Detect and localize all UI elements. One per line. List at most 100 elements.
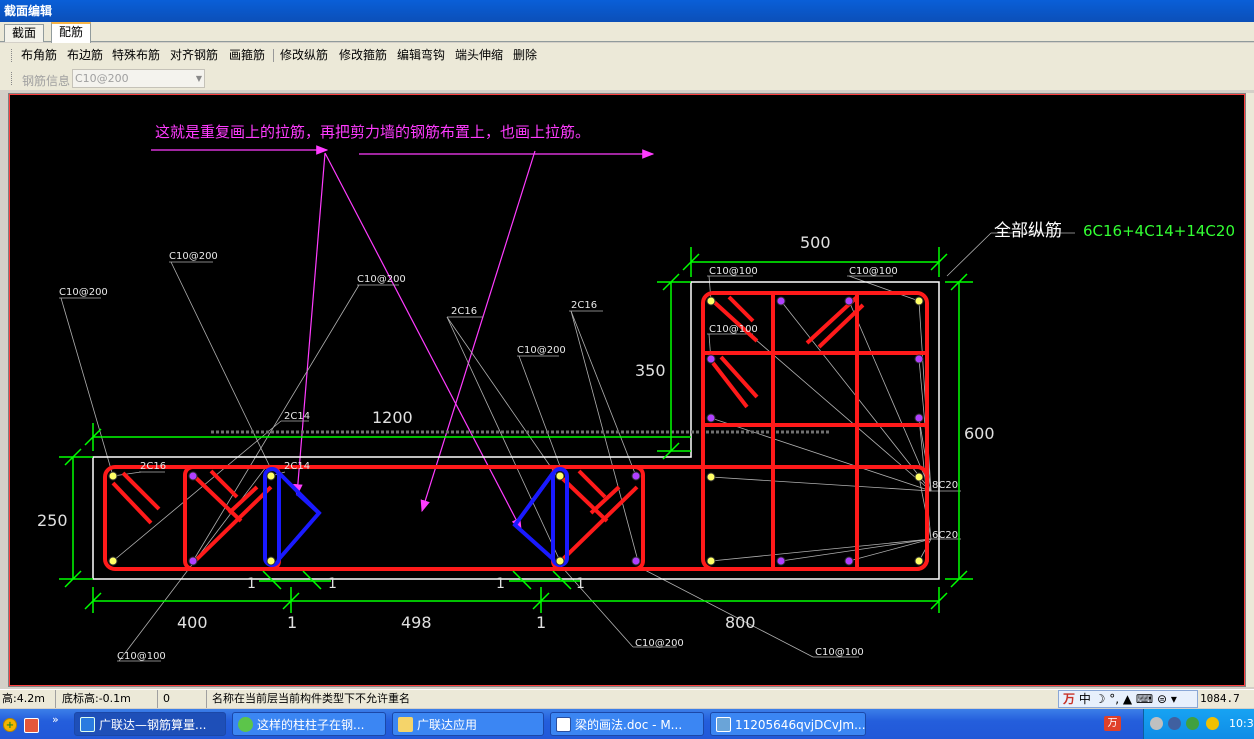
app-icon (80, 717, 95, 732)
start-button[interactable]: + (0, 712, 50, 736)
clock[interactable]: 10:3 (1229, 709, 1254, 739)
label-c10-200: C10@200 (357, 274, 406, 285)
dim-500: 500 (800, 233, 831, 252)
dim-800: 800 (725, 613, 756, 632)
volume-icon[interactable] (1168, 717, 1181, 730)
dim-small-1b: 1 (328, 576, 337, 592)
taskbar-item-label: 11205646qvjDCvJm... (735, 718, 866, 732)
dim-1b: 1 (536, 613, 546, 632)
all-long-bars-value: 6C16+4C14+14C20 (1083, 222, 1235, 240)
label-c10-200: C10@200 (517, 345, 566, 356)
label-c10-100: C10@100 (815, 647, 864, 658)
label-c10-100: C10@100 (709, 266, 758, 277)
label-2c16: 2C16 (571, 300, 597, 311)
rebar-info-label: 钢筋信息 (22, 74, 71, 88)
browser-icon (238, 717, 253, 732)
label-6c20: 6C20 (932, 530, 958, 541)
taskbar-item[interactable]: 广联达应用 (392, 712, 544, 736)
status-height: 高:4.2m (0, 690, 56, 708)
toolbar-grip[interactable] (11, 72, 14, 85)
label-c10-200: C10@200 (635, 638, 684, 649)
rebar-info-select[interactable]: C10@200 ▼ (72, 69, 205, 88)
taskbar-item[interactable]: 广联达—钢筋算量... (74, 712, 226, 736)
system-tray: 10:3 (1143, 709, 1254, 739)
dim-1200: 1200 (372, 408, 413, 427)
rebar-toolbar: 布角筋 布边筋 特殊布筋 对齐钢筋 画箍筋 修改纵筋 修改箍筋 编辑弯钩 端头伸… (0, 43, 1254, 67)
drawing-canvas[interactable]: 这就是重复画上的拉筋，再把剪力墙的钢筋布置上，也画上拉筋。 500 350 60… (8, 93, 1246, 687)
taskbar-item-label: 梁的画法.doc - M... (575, 718, 683, 732)
taskbar-item-label: 这样的柱柱子在钢... (257, 718, 365, 732)
ime-indicators: 中 ☽ °, ▲ ⌨ ⊜ ▾ (1078, 692, 1177, 706)
taskbar-item-label: 广联达应用 (417, 718, 478, 732)
taskbar-item[interactable]: 梁的画法.doc - M... (550, 712, 704, 736)
annotation-text: 这就是重复画上的拉筋，再把剪力墙的钢筋布置上，也画上拉筋。 (155, 123, 590, 141)
folder-icon (398, 717, 413, 732)
shield-icon[interactable] (1186, 717, 1199, 730)
taskbar-item[interactable]: 这样的柱柱子在钢... (232, 712, 386, 736)
chevron-down-icon[interactable]: ▼ (196, 70, 202, 87)
arrow-line (293, 152, 326, 497)
edit-long-bar-button[interactable]: 修改纵筋 (280, 43, 328, 67)
quicklaunch-icon[interactable] (24, 718, 39, 733)
dim-350: 350 (635, 361, 666, 380)
draw-stirrup-button[interactable]: 画箍筋 (229, 43, 265, 67)
network-icon[interactable] (1150, 717, 1163, 730)
arrow-line (324, 152, 522, 531)
window-title-bar: 截面编辑 (0, 0, 1254, 22)
rebar-info-value: C10@200 (75, 72, 129, 85)
tie-bars (263, 467, 569, 567)
status-bottom-elevation: 底标高:-0.1m (60, 690, 158, 708)
dim-400: 400 (177, 613, 208, 632)
annotation-arrows (151, 145, 655, 531)
status-message: 名称在当前层当前构件类型下不允许重名 (212, 692, 410, 705)
toolbar-separator (273, 49, 274, 62)
taskbar-item[interactable]: 11205646qvjDCvJm... (710, 712, 866, 736)
dim-small-1c: 1 (496, 576, 505, 592)
section-drawing[interactable]: 这就是重复画上的拉筋，再把剪力墙的钢筋布置上，也画上拉筋。 500 350 60… (9, 94, 1245, 686)
status-bar: 高:4.2m 底标高:-0.1m 0 名称在当前层当前构件类型下不允许重名 万 … (0, 689, 1254, 723)
image-icon (716, 717, 731, 732)
label-2c16: 2C16 (451, 306, 477, 317)
word-icon (556, 717, 571, 732)
ime-brand: 万 (1063, 692, 1076, 706)
rebar-info-bar: 钢筋信息 C10@200 ▼ (0, 67, 1254, 90)
dim-small-1a: 1 (247, 576, 256, 592)
edit-hook-button[interactable]: 编辑弯钩 (397, 43, 445, 67)
end-extend-button[interactable]: 端头伸缩 (455, 43, 503, 67)
dim-600: 600 (964, 424, 995, 443)
label-c10-100: C10@100 (709, 324, 758, 335)
tab-strip: 截面 配筋 (0, 22, 1254, 43)
dim-498: 498 (401, 613, 432, 632)
align-bar-button[interactable]: 对齐钢筋 (170, 43, 218, 67)
long-stirrup (103, 465, 929, 571)
security-icon[interactable] (1206, 717, 1219, 730)
status-count: 0 (161, 690, 207, 708)
label-c10-200: C10@200 (59, 287, 108, 298)
dim-250: 250 (37, 511, 68, 530)
label-2c16: 2C16 (140, 461, 166, 472)
all-long-bars-label: 全部纵筋 (994, 221, 1062, 241)
dim-small-1d: 1 (576, 576, 585, 592)
label-2c14: 2C14 (284, 461, 310, 472)
tab-section[interactable]: 截面 (4, 24, 45, 42)
label-2c14: 2C14 (284, 411, 310, 422)
window-title: 截面编辑 (4, 4, 53, 18)
taskbar-item-label: 广联达—钢筋算量... (99, 718, 207, 732)
scroll-gutter[interactable] (1246, 93, 1254, 687)
label-c10-100: C10@100 (117, 651, 166, 662)
dim-1a: 1 (287, 613, 297, 632)
edit-stirrup-button[interactable]: 修改箍筋 (339, 43, 387, 67)
ime-toolbar[interactable]: 万 中 ☽ °, ▲ ⌨ ⊜ ▾ (1058, 690, 1198, 708)
label-c10-100: C10@100 (849, 266, 898, 277)
corner-bar-button[interactable]: 布角筋 (21, 43, 57, 67)
chevron-right-icon[interactable]: » (52, 713, 59, 726)
start-icon: + (3, 718, 17, 732)
delete-button[interactable]: 删除 (513, 43, 537, 67)
tray-app-icon[interactable]: 万 (1104, 716, 1121, 731)
label-c10-200: C10@200 (169, 251, 218, 262)
label-8c20: 8C20 (932, 480, 958, 491)
side-bar-button[interactable]: 布边筋 (67, 43, 103, 67)
special-bar-button[interactable]: 特殊布筋 (112, 43, 160, 67)
toolbar-grip[interactable] (11, 49, 14, 62)
tab-rebar[interactable]: 配筋 (51, 22, 92, 43)
